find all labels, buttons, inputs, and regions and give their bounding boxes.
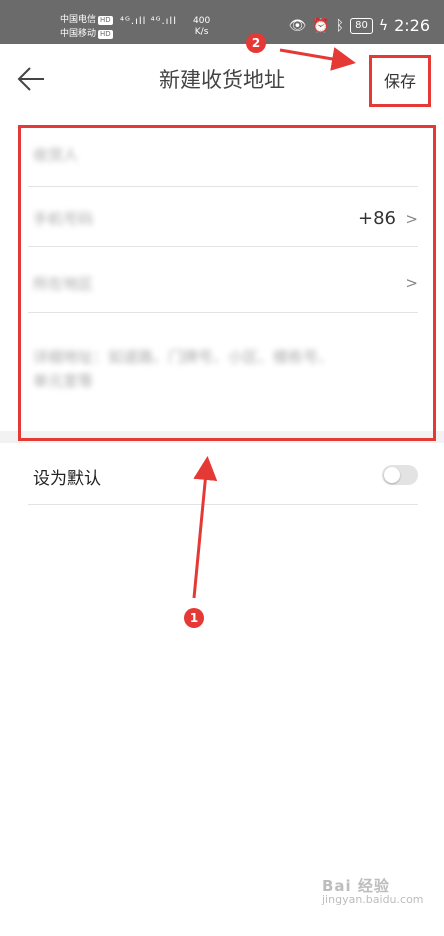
eye-icon: 👁: [288, 17, 307, 34]
alarm-icon: ⏰: [312, 17, 330, 34]
bluetooth-icon: ᛒ: [335, 17, 345, 34]
battery-icon: 80: [350, 17, 373, 34]
network-speed: 400 K/s: [193, 16, 210, 38]
hd-badge: HD: [98, 30, 113, 39]
carrier-2-label: 中国移动: [60, 29, 97, 39]
annotation-box-save: [369, 55, 431, 107]
annotation-badge-2: 2: [246, 33, 266, 53]
signal-icon: ⁴ᴳ.ıll ⁴ᴳ.ıll: [120, 16, 177, 27]
set-default-label: 设为默认: [33, 469, 101, 489]
set-default-toggle[interactable]: [382, 465, 418, 485]
set-default-row: 设为默认: [28, 444, 418, 505]
charging-icon: ϟ: [378, 17, 389, 34]
watermark-sub: jingyan.baidu.com: [322, 893, 424, 906]
watermark: Bai 经验 jingyan.baidu.com: [322, 877, 424, 907]
network-speed-unit: K/s: [194, 27, 209, 37]
status-icons: 👁 ⏰ ᛒ 80 ϟ 2:26: [288, 16, 430, 35]
carrier-1: 中国电信 HD: [60, 15, 113, 25]
clock-time: 2:26: [394, 16, 430, 35]
network-speed-value: 400: [193, 16, 211, 26]
annotation-badge-1: 1: [184, 608, 204, 628]
annotation-box-form: [18, 125, 436, 441]
watermark-main: Bai 经验: [322, 877, 390, 895]
hd-badge: HD: [98, 16, 113, 25]
toggle-knob: [384, 467, 400, 483]
status-bar: 中国电信 HD 中国移动 HD ⁴ᴳ.ıll ⁴ᴳ.ıll 400 K/s 👁 ⏰ …: [0, 0, 444, 44]
carrier-1-label: 中国电信: [60, 15, 97, 25]
carrier-2: 中国移动 HD: [60, 29, 113, 39]
